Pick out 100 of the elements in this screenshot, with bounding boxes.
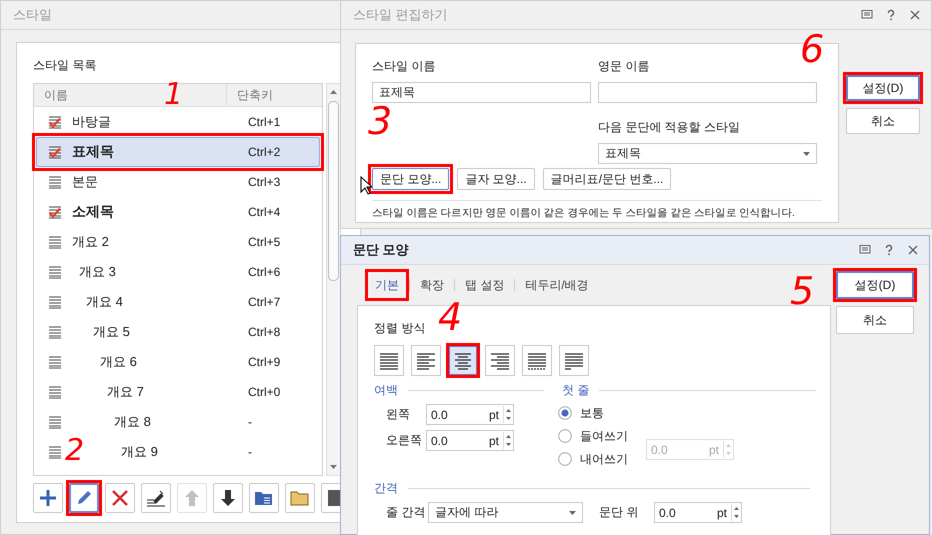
tab[interactable]: 탭 설정 <box>455 269 514 301</box>
shortcut-text: Ctrl+9 <box>248 355 280 369</box>
dropdown-caret-icon <box>569 510 576 514</box>
section-title: 여백 <box>374 382 398 399</box>
radio-option[interactable]: 내어쓰기 <box>558 450 628 468</box>
tab[interactable]: 기본 <box>365 269 409 301</box>
format-button[interactable]: 글자 모양... <box>457 168 535 190</box>
style-row[interactable]: 개요 3 Ctrl+6 <box>36 257 320 287</box>
shortcut-text: Ctrl+7 <box>248 295 280 309</box>
line-spacing-dropdown[interactable]: 글자에 따라 <box>428 502 583 523</box>
style-row[interactable]: 개요 8 - <box>36 407 320 437</box>
field-label: 다음 문단에 적용할 스타일 <box>598 119 742 136</box>
comment-icon[interactable] <box>859 244 871 256</box>
radio-button[interactable] <box>558 406 572 420</box>
section-title: 간격 <box>374 480 398 497</box>
style-name: 개요 6 <box>99 353 138 371</box>
mouse-cursor-icon <box>360 176 372 195</box>
english-name-field[interactable] <box>598 82 817 103</box>
right-align-icon <box>489 350 511 370</box>
toolbar-button[interactable] <box>141 483 171 513</box>
spin-arrows-icon[interactable] <box>731 504 741 521</box>
style-row[interactable]: 소제목 Ctrl+4 <box>36 197 320 227</box>
cancel-button[interactable]: 취소 <box>846 108 920 134</box>
shortcut-text: - <box>248 415 252 429</box>
section-label: 정렬 방식 <box>374 320 426 337</box>
toolbar-button[interactable] <box>33 483 63 513</box>
section-title: 첫 줄 <box>562 382 590 399</box>
style-row[interactable]: 본문 Ctrl+3 <box>36 167 320 197</box>
shortcut-text: Ctrl+1 <box>248 115 280 129</box>
radio-option[interactable]: 보통 <box>558 404 604 422</box>
info-text: 스타일 이름은 다르지만 영문 이름이 같은 경우에는 두 스타일을 같은 스타일로 인식합니다. <box>372 206 794 220</box>
style-row[interactable]: 개요 4 Ctrl+7 <box>36 287 320 317</box>
help-icon[interactable] <box>883 244 895 256</box>
number-field[interactable]: 0.0 pt <box>426 404 514 425</box>
field-label: 영문 이름 <box>598 58 650 75</box>
close-icon[interactable] <box>907 244 919 256</box>
window-title: 문단 모양 <box>353 241 410 259</box>
style-row[interactable]: 2 개요 9 - <box>36 437 320 467</box>
scroll-up-icon[interactable] <box>329 88 338 97</box>
alignment-button[interactable] <box>522 345 552 376</box>
field-label: 스타일 이름 <box>372 58 436 75</box>
annotation-number: 5 <box>790 272 814 310</box>
radio-option[interactable]: 들여쓰기 <box>558 427 628 445</box>
cross-icon <box>110 488 130 508</box>
style-row[interactable]: 개요 7 Ctrl+0 <box>36 377 320 407</box>
window-title: 스타일 편집하기 <box>353 6 449 24</box>
alignment-button[interactable] <box>374 345 404 376</box>
field-label: 문단 위 <box>599 504 640 521</box>
confirm-button[interactable]: 설정(D) <box>846 75 920 101</box>
spin-arrows-icon[interactable] <box>503 432 513 449</box>
radio-button[interactable] <box>558 452 572 466</box>
window-title: 스타일 <box>13 6 53 24</box>
style-row[interactable]: 개요 6 Ctrl+9 <box>36 347 320 377</box>
toolbar-button[interactable] <box>213 483 243 513</box>
style-name: 바탕글 <box>72 113 112 131</box>
eyedropper-icon <box>146 488 166 508</box>
next-style-dropdown[interactable]: 표제목 <box>598 143 817 164</box>
style-row[interactable]: 개요 2 Ctrl+5 <box>36 227 320 257</box>
style-name: 개요 7 <box>106 383 145 401</box>
style-name-field[interactable]: 표제목 <box>372 82 591 103</box>
alignment-button[interactable] <box>559 345 589 376</box>
shortcut-text: Ctrl+2 <box>248 145 280 159</box>
annotation-number: 4 <box>438 298 462 336</box>
center-align-icon <box>452 350 474 370</box>
shortcut-text: Ctrl+0 <box>248 385 280 399</box>
scroll-down-icon[interactable] <box>329 462 338 471</box>
spin-arrows-icon[interactable] <box>503 406 513 423</box>
shortcut-text: Ctrl+8 <box>248 325 280 339</box>
style-name: 표제목 <box>72 143 115 161</box>
dropdown-caret-icon <box>803 152 810 156</box>
annotation-number: 6 <box>800 30 824 68</box>
scrollbar[interactable] <box>326 83 341 476</box>
distribute-align-icon <box>526 350 548 370</box>
justify-align-icon <box>378 350 400 370</box>
toolbar-button[interactable] <box>249 483 279 513</box>
shortcut-text: - <box>248 445 252 459</box>
annotation-number: 2 <box>65 436 84 466</box>
radio-button[interactable] <box>558 429 572 443</box>
cancel-button[interactable]: 취소 <box>836 306 914 334</box>
number-field[interactable]: 0.0 pt <box>654 502 742 523</box>
shortcut-text: Ctrl+6 <box>248 265 280 279</box>
alignment-button[interactable] <box>485 345 515 376</box>
style-row[interactable]: 개요 5 Ctrl+8 <box>36 317 320 347</box>
format-button[interactable]: 글머리표/문단 번호... <box>542 168 672 190</box>
tab[interactable]: 확장 <box>410 269 454 301</box>
confirm-button[interactable]: 설정(D) <box>836 271 914 299</box>
style-name: 소제목 <box>72 203 115 221</box>
style-name: 개요 4 <box>85 293 124 311</box>
style-list[interactable]: 이름 단축키 바탕글 Ctrl+1 표제목 Ctrl+2 본문 Ctrl+3 소제목 Ctrl+4 개요 2 Ctrl+5 개요 3 Ctrl+6 개요 4 Ctrl+7 개요 5 Ctrl+8 개요 6 Ctrl+9 개요 7 Ctrl+0 개요 8 - 2 개요 9 - 1 <box>33 83 323 476</box>
style-name: 개요 2 <box>72 233 110 251</box>
field-label: 오른쪽 <box>386 432 423 449</box>
tab[interactable]: 테두리/배경 <box>515 269 599 301</box>
left-align-icon <box>415 350 437 370</box>
style-name: 개요 3 <box>78 263 117 281</box>
field-label: 줄 간격 <box>386 504 426 521</box>
column-header[interactable]: 단축키 <box>227 86 273 104</box>
alignment-button[interactable] <box>411 345 441 376</box>
style-row[interactable]: 바탕글 Ctrl+1 <box>36 107 320 137</box>
shortcut-text: Ctrl+5 <box>248 235 280 249</box>
number-field[interactable]: 0.0 pt <box>426 430 514 451</box>
